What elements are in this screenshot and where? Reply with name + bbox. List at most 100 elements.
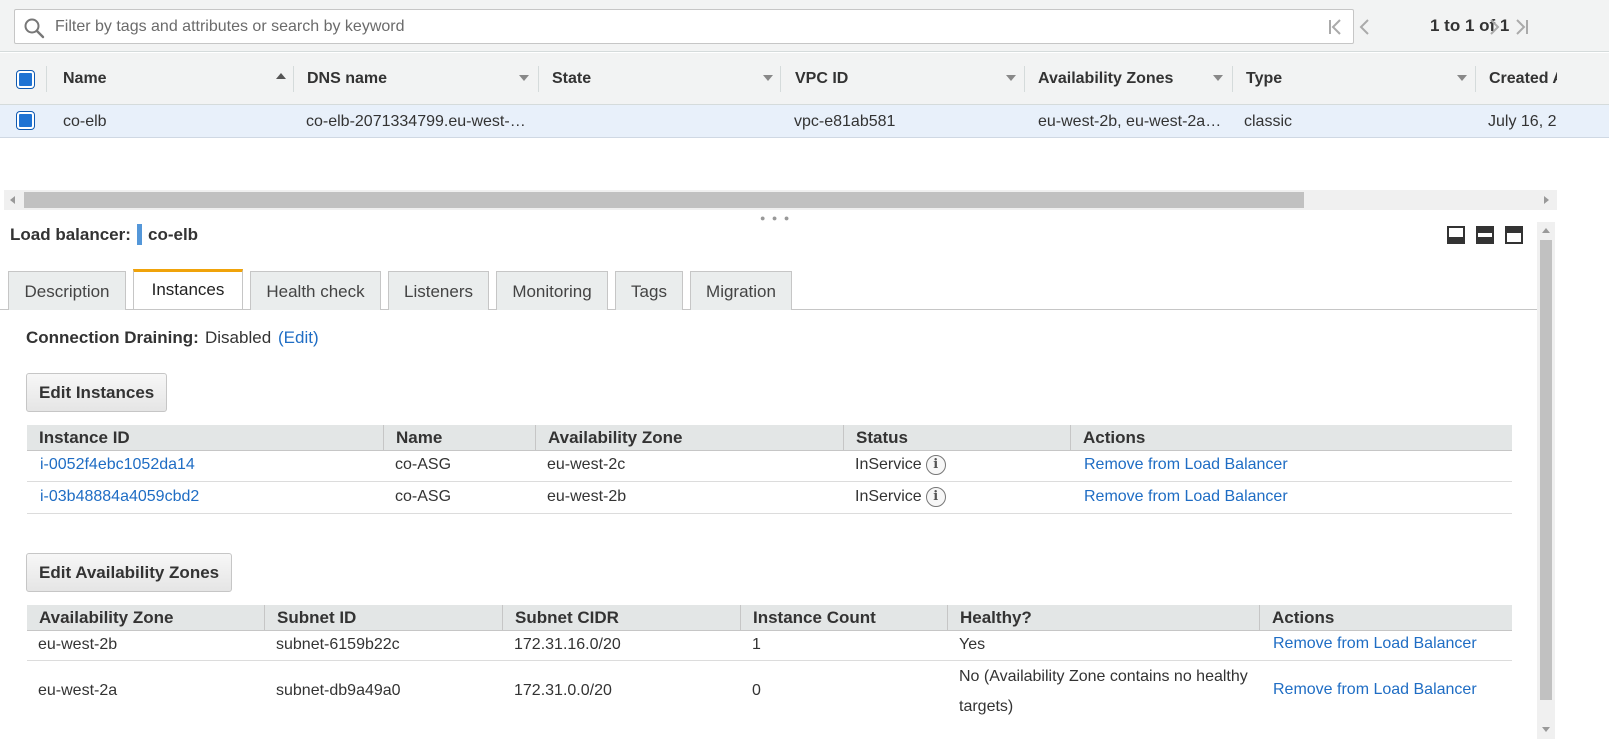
cell-created: July 16, 20 [1488,113,1557,130]
detail-title-value: co-elb [148,225,199,244]
column-header-created[interactable]: Created A [1489,53,1557,105]
info-icon[interactable]: i [925,487,946,507]
cell-name: co-elb [63,113,107,130]
cell-healthy-continued: targets) [959,698,1014,715]
cell-zone: eu-west-2b [38,636,118,653]
sort-caret-icon[interactable] [1457,75,1467,81]
status-text: InService [855,456,922,474]
column-header-actions: Actions [1070,425,1145,451]
cell-subnet-cidr: 172.31.16.0/20 [514,636,621,653]
cell-zone: eu-west-2a [38,682,118,699]
column-header-availability-zone: Availability Zone [535,425,682,451]
tab-tags[interactable]: Tags [615,271,683,310]
layout-middle-icon[interactable] [1476,226,1494,244]
cell-subnet-id: subnet-6159b22c [276,636,400,653]
prev-page-icon[interactable] [1356,17,1374,37]
tab-listeners[interactable]: Listeners [388,271,489,310]
table-row: eu-west-2a subnet-db9a49a0 172.31.0.0/20… [27,661,1512,721]
tab-description[interactable]: Description [8,271,126,310]
column-header-name: Name [383,425,442,451]
cell-instance-count: 0 [752,682,761,699]
horizontal-scrollbar-thumb[interactable] [24,192,1304,208]
cell-vpc-id: vpc-e81ab581 [794,113,896,130]
scroll-left-icon[interactable] [10,196,15,204]
status-text: InService [855,488,922,506]
search-icon [24,18,45,39]
connection-draining-edit-link[interactable]: (Edit) [278,328,319,348]
sort-caret-icon[interactable] [1213,75,1223,81]
cell-instance-count: 1 [752,636,761,653]
connection-draining-value: Disabled [205,328,272,347]
tab-instances[interactable]: Instances [133,269,243,309]
scroll-up-icon[interactable] [1542,228,1550,233]
select-all-checkbox[interactable] [17,71,34,88]
cell-subnet-id: subnet-db9a49a0 [276,682,401,699]
filter-bar: 1 to 1 of 1 [0,0,1609,52]
cell-status: InService i [855,487,946,507]
cell-zone: eu-west-2b [547,488,627,505]
info-icon[interactable]: i [925,455,946,475]
table-row[interactable]: co-elb co-elb-2071334799.eu-west-… vpc-e… [0,105,1609,138]
last-page-icon[interactable] [1512,17,1530,37]
layout-bottom-icon[interactable] [1447,226,1465,244]
instance-id-link[interactable]: i-03b48884a4059cbd2 [40,488,199,506]
remove-from-lb-link[interactable]: Remove from Load Balancer [1273,681,1477,699]
table-row: i-03b48884a4059cbd2 co-ASG eu-west-2b In… [27,482,1512,514]
sort-caret-icon[interactable] [1006,75,1016,81]
connection-draining-label: Connection Draining: [26,328,199,347]
layout-top-icon[interactable] [1505,226,1523,244]
cell-status: InService i [855,455,946,475]
cell-type: classic [1244,113,1293,130]
zones-table-header: Availability Zone Subnet ID Subnet CIDR … [27,605,1512,631]
column-header-vpc-id[interactable]: VPC ID [795,53,848,105]
column-header-healthy: Healthy? [947,605,1032,631]
panel-resize-handle[interactable]: ● ● ● [760,213,791,223]
remove-from-lb-link[interactable]: Remove from Load Balancer [1084,456,1288,474]
remove-from-lb-link[interactable]: Remove from Load Balancer [1084,488,1288,506]
sort-caret-icon[interactable] [763,75,773,81]
column-header-instance-count: Instance Count [740,605,876,631]
cell-healthy: No (Availability Zone contains no health… [959,668,1248,685]
remove-from-lb-link[interactable]: Remove from Load Balancer [1273,635,1477,653]
column-header-state[interactable]: State [552,53,591,105]
column-header-status: Status [843,425,908,451]
cell-name: co-ASG [395,488,452,505]
vertical-scrollbar-thumb[interactable] [1540,240,1552,700]
search-box[interactable] [14,9,1354,44]
cell-availability-zones: eu-west-2b, eu-west-2a… [1038,113,1222,130]
cell-zone: eu-west-2c [547,456,626,473]
column-header-dns-name[interactable]: DNS name [307,53,387,105]
edit-availability-zones-button[interactable]: Edit Availability Zones [26,553,233,592]
table-row: eu-west-2b subnet-6159b22c 172.31.16.0/2… [27,631,1512,661]
column-header-subnet-id: Subnet ID [264,605,356,631]
table-row: i-0052f4ebc1052da14 co-ASG eu-west-2c In… [27,451,1512,482]
instance-id-link[interactable]: i-0052f4ebc1052da14 [40,456,195,474]
tab-monitoring[interactable]: Monitoring [496,271,608,310]
detail-title-label: Load balancer: [10,225,131,244]
cell-healthy: Yes [959,636,986,653]
cell-dns-name: co-elb-2071334799.eu-west-… [306,113,526,130]
edit-instances-button[interactable]: Edit Instances [26,373,168,412]
first-page-icon[interactable] [1327,17,1345,37]
column-header-subnet-cidr: Subnet CIDR [502,605,619,631]
tab-health-check[interactable]: Health check [250,271,381,310]
tab-migration[interactable]: Migration [690,271,792,310]
column-header-instance-id: Instance ID [39,428,130,447]
instances-table-header: Instance ID Name Availability Zone Statu… [27,425,1512,451]
table-header: Name DNS name State VPC ID Availability … [0,53,1609,105]
scroll-right-icon[interactable] [1544,196,1549,204]
sort-asc-icon[interactable] [276,73,286,79]
column-header-type[interactable]: Type [1246,53,1282,105]
selection-marker [137,224,142,245]
next-page-icon[interactable] [1485,17,1503,37]
column-header-name[interactable]: Name [63,53,107,105]
sort-caret-icon[interactable] [519,75,529,81]
cell-name: co-ASG [395,456,452,473]
horizontal-scrollbar[interactable] [4,190,1557,210]
column-header-actions: Actions [1259,605,1334,631]
row-checkbox[interactable] [17,112,34,129]
column-header-availability-zones[interactable]: Availability Zones [1038,53,1173,105]
scroll-down-icon[interactable] [1542,727,1550,732]
search-input[interactable] [51,10,1331,43]
column-header-availability-zone: Availability Zone [39,608,174,627]
